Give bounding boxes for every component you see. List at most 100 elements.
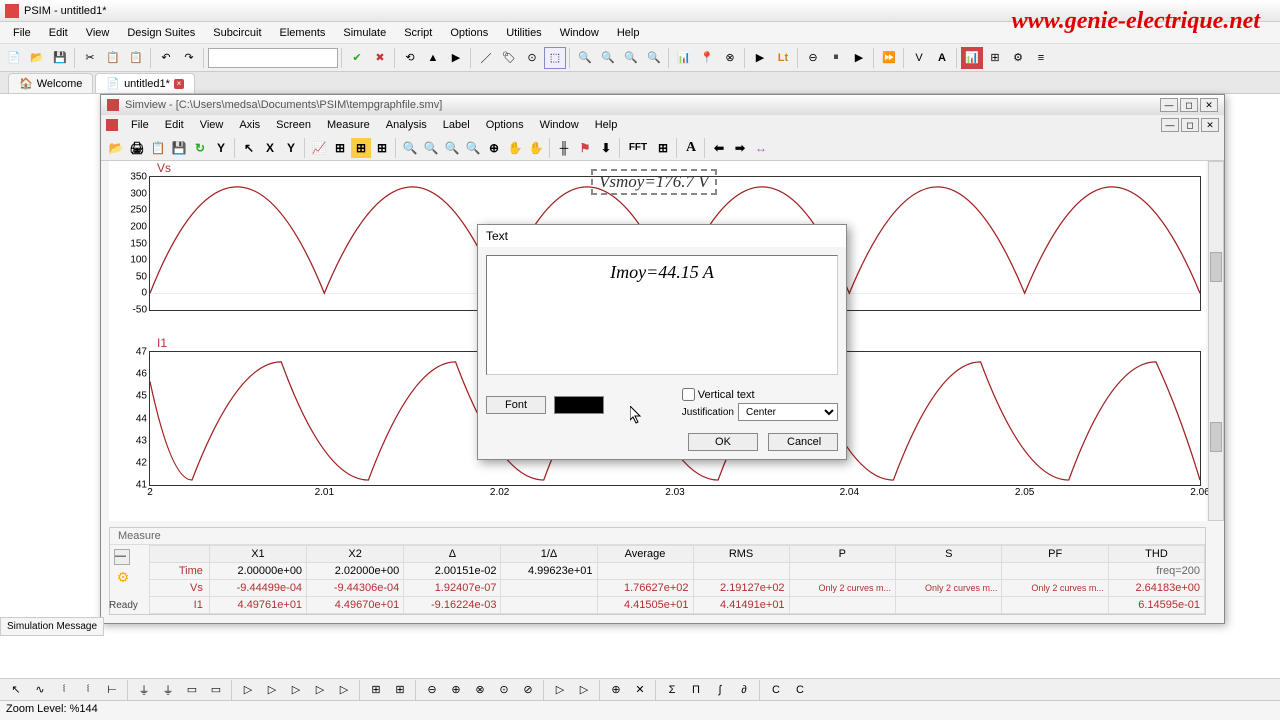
comp-thyristor-icon[interactable]: ▷ xyxy=(261,679,283,701)
measure-settings-icon[interactable]: ⚙ xyxy=(114,569,132,587)
comp-block-icon[interactable]: ▭ xyxy=(181,679,203,701)
menu-design-suites[interactable]: Design Suites xyxy=(119,25,203,41)
text-input[interactable] xyxy=(486,255,838,375)
sv-zoomx-icon[interactable]: 🔍 xyxy=(421,138,441,158)
sv-menu-analysis[interactable]: Analysis xyxy=(379,117,434,133)
sv-menu-screen[interactable]: Screen xyxy=(269,117,318,133)
sv-menu-file[interactable]: File xyxy=(124,117,156,133)
comp-wave-icon[interactable]: ∿ xyxy=(29,679,51,701)
comp-ground-icon[interactable]: ⏚ xyxy=(133,679,155,701)
run-icon[interactable]: ▶ xyxy=(749,47,771,69)
menu-elements[interactable]: Elements xyxy=(272,25,334,41)
volt-probe-icon[interactable]: V xyxy=(908,47,930,69)
sv-menu-measure[interactable]: Measure xyxy=(320,117,377,133)
menu-simulate[interactable]: Simulate xyxy=(335,25,394,41)
sv-target-icon[interactable]: ⊕ xyxy=(484,138,504,158)
menu-edit[interactable]: Edit xyxy=(41,25,76,41)
vertical-checkbox-input[interactable] xyxy=(682,388,695,401)
stop-icon[interactable]: ⊖ xyxy=(802,47,824,69)
options-icon[interactable]: ⚙ xyxy=(1007,47,1029,69)
sv-menu-edit[interactable]: Edit xyxy=(158,117,191,133)
break-icon[interactable]: ⊗ xyxy=(719,47,741,69)
sv-x-icon[interactable]: X xyxy=(260,138,280,158)
sv-grid3-icon[interactable]: ⊞ xyxy=(372,138,392,158)
sv-menu-axis[interactable]: Axis xyxy=(232,117,267,133)
amp-probe-icon[interactable]: A xyxy=(931,47,953,69)
sv-zoomy-icon[interactable]: 🔍 xyxy=(442,138,462,158)
cancel-sim-icon[interactable]: ✖ xyxy=(369,47,391,69)
tab-untitled1[interactable]: 📄 untitled1* × xyxy=(95,73,195,93)
vertical-scrollbar[interactable] xyxy=(1208,161,1224,521)
sv-flag-icon[interactable]: ⚑ xyxy=(575,138,595,158)
pause-icon[interactable]: ⏸ xyxy=(825,47,847,69)
probe-icon[interactable]: 📍 xyxy=(696,47,718,69)
sv-menu-label[interactable]: Label xyxy=(436,117,477,133)
justification-select[interactable]: Center xyxy=(738,403,838,421)
sv-zoomfit-icon[interactable]: 🔍 xyxy=(463,138,483,158)
sv-pan2-icon[interactable]: ✋ xyxy=(526,138,546,158)
child-close-icon[interactable]: ✕ xyxy=(1201,118,1219,132)
sv-marker-icon[interactable]: ⬇ xyxy=(596,138,616,158)
comp-resistor-icon[interactable]: ⧙ xyxy=(53,679,75,701)
sv-add-curve-icon[interactable]: 📈 xyxy=(309,138,329,158)
comp-transistor-icon[interactable]: ▷ xyxy=(285,679,307,701)
undo-icon[interactable]: ↶ xyxy=(155,47,177,69)
comp-not-icon[interactable]: ▷ xyxy=(549,679,571,701)
zoom-fit-icon[interactable]: 🔍 xyxy=(574,47,596,69)
vertical-text-checkbox[interactable]: Vertical text xyxy=(682,388,755,401)
sv-text-icon[interactable]: A xyxy=(681,138,701,158)
sv-reload-icon[interactable]: ↻ xyxy=(190,138,210,158)
comp-inductor-icon[interactable]: ⧙ xyxy=(77,679,99,701)
menu-file[interactable]: File xyxy=(5,25,39,41)
comp-int-icon[interactable]: ∫ xyxy=(709,679,731,701)
comp-source4-icon[interactable]: ⊙ xyxy=(493,679,515,701)
sv-fft-icon[interactable]: FFT xyxy=(624,138,652,158)
child-minimize-icon[interactable]: — xyxy=(1161,118,1179,132)
comp-ref-icon[interactable]: ⊕ xyxy=(605,679,627,701)
sim-settings-icon[interactable]: ≡ xyxy=(1030,47,1052,69)
measure-collapse-icon[interactable]: — xyxy=(114,549,130,565)
new-icon[interactable]: 📄 xyxy=(3,47,25,69)
comp-bridge-icon[interactable]: ⊞ xyxy=(365,679,387,701)
open-icon[interactable]: 📂 xyxy=(26,47,48,69)
menu-window[interactable]: Window xyxy=(552,25,607,41)
comp-source-icon[interactable]: ⊖ xyxy=(421,679,443,701)
comp-and-icon[interactable]: ▷ xyxy=(573,679,595,701)
zoom-out-icon[interactable]: 🔍 xyxy=(620,47,642,69)
sv-menu-help[interactable]: Help xyxy=(588,117,625,133)
comp-xref-icon[interactable]: ✕ xyxy=(629,679,651,701)
comp-pi-icon[interactable]: Π xyxy=(685,679,707,701)
comp-diff-icon[interactable]: ∂ xyxy=(733,679,755,701)
tab-welcome[interactable]: 🏠 Welcome xyxy=(8,73,93,93)
save-icon[interactable]: 💾 xyxy=(49,47,71,69)
sv-next-icon[interactable]: ➡ xyxy=(730,138,750,158)
label-icon[interactable]: 🏷 xyxy=(498,47,520,69)
flip-v-icon[interactable]: ▶ xyxy=(445,47,467,69)
redo-icon[interactable]: ↷ xyxy=(178,47,200,69)
comp-diode-icon[interactable]: ▷ xyxy=(237,679,259,701)
vs-annotation[interactable]: Vsmoy=176.7 V xyxy=(591,169,717,195)
sv-grid2-icon[interactable]: ⊞ xyxy=(351,138,371,158)
sv-cursor-icon[interactable]: ↖ xyxy=(239,138,259,158)
sv-zoom-icon[interactable]: 🔍 xyxy=(400,138,420,158)
sv-fft-icon-2[interactable]: ⊞ xyxy=(653,138,673,158)
select-icon[interactable]: ⬚ xyxy=(544,47,566,69)
paste-icon[interactable]: 📋 xyxy=(125,47,147,69)
sv-pan-icon[interactable]: ✋ xyxy=(505,138,525,158)
comp-block2-icon[interactable]: ▭ xyxy=(205,679,227,701)
comp-c2-icon[interactable]: C xyxy=(789,679,811,701)
comp-capacitor-icon[interactable]: ⊢ xyxy=(101,679,123,701)
sv-y-icon[interactable]: Y xyxy=(281,138,301,158)
comp-c-icon[interactable]: C xyxy=(765,679,787,701)
comp-mosfet-icon[interactable]: ▷ xyxy=(309,679,331,701)
close-window-icon[interactable]: ✕ xyxy=(1200,98,1218,112)
play-icon[interactable]: ▶ xyxy=(848,47,870,69)
comp-arrow-icon[interactable]: ↖ xyxy=(5,679,27,701)
comp-source3-icon[interactable]: ⊗ xyxy=(469,679,491,701)
node-icon[interactable]: ⊙ xyxy=(521,47,543,69)
flip-h-icon[interactable]: ▲ xyxy=(422,47,444,69)
ok-button[interactable]: OK xyxy=(688,433,758,451)
wave-tool-icon[interactable]: 📊 xyxy=(961,47,983,69)
comp-source5-icon[interactable]: ⊘ xyxy=(517,679,539,701)
element-combo[interactable] xyxy=(208,48,338,68)
